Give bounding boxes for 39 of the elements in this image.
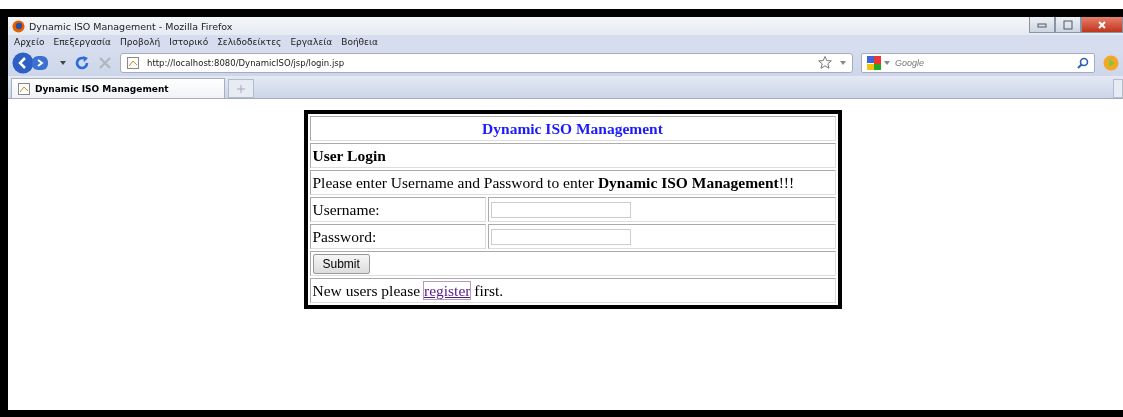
section-heading: User Login — [312, 146, 386, 164]
dropdown-icon[interactable] — [884, 60, 890, 65]
dropdown-icon[interactable] — [60, 60, 66, 65]
minimize-button[interactable] — [1029, 17, 1055, 33]
plus-icon — [237, 84, 245, 93]
menu-item[interactable]: Προβολή — [120, 37, 161, 47]
submit-button[interactable]: Submit — [312, 253, 370, 274]
search-field[interactable]: Google — [861, 52, 1095, 73]
window-title: Dynamic ISO Management - Mozilla Firefox — [29, 20, 233, 32]
search-icon[interactable] — [1077, 56, 1089, 69]
intro-text: Please enter Username and Password to enter Dynamic ISO Management!!! — [312, 173, 795, 191]
field-label: Password: — [312, 227, 377, 245]
page-icon — [18, 82, 30, 95]
menu-item[interactable]: Επεξεργασία — [53, 37, 111, 47]
menu-item[interactable]: Εργαλεία — [290, 37, 333, 47]
page-title: Dynamic ISO Management — [482, 119, 663, 137]
footer-text: first. — [474, 281, 504, 299]
dropdown-icon[interactable] — [840, 60, 846, 65]
search-engine-icon[interactable] — [867, 55, 881, 70]
input-field[interactable] — [490, 229, 631, 245]
page-icon — [127, 56, 139, 69]
menu-item[interactable]: Βοήθεια — [341, 37, 378, 47]
close-icon — [1097, 19, 1107, 30]
menu-item[interactable]: Αρχείο — [14, 37, 45, 47]
address-bar[interactable]: http://localhost:8080/DynamicISO/jsp/login.jsp — [120, 52, 853, 73]
field-label: Username: — [312, 200, 380, 218]
register-link[interactable]: register — [424, 281, 471, 299]
close-button[interactable] — [1081, 17, 1123, 33]
footer-text: New users please — [312, 281, 421, 299]
browser-tab[interactable]: Dynamic ISO Management — [11, 78, 225, 98]
input-field[interactable] — [490, 202, 631, 218]
maximize-button[interactable] — [1055, 17, 1081, 33]
minimize-icon — [1037, 21, 1047, 28]
maximize-icon — [1063, 19, 1073, 30]
star-icon[interactable] — [818, 56, 832, 69]
reload-icon[interactable] — [74, 54, 90, 71]
firefox-icon — [12, 19, 25, 33]
menu-item[interactable]: Ιστορικό — [169, 37, 209, 47]
menu-item[interactable]: Σελιδοδείκτες — [217, 37, 282, 47]
